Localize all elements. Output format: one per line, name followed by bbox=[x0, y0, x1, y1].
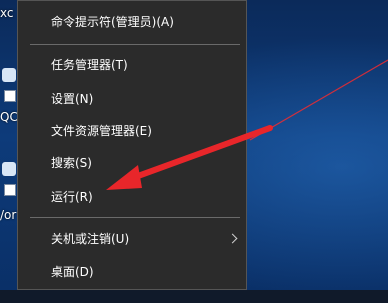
desktop-label-3: /or bbox=[0, 208, 17, 222]
winx-context-menu: 命令提示符(管理员)(A) 任务管理器(T) 设置(N) 文件资源管理器(E) … bbox=[17, 0, 247, 290]
menu-item-run[interactable]: 运行(R) bbox=[18, 182, 246, 212]
app-icon bbox=[2, 68, 16, 82]
menu-separator bbox=[30, 217, 240, 218]
desktop-app-icon-2[interactable] bbox=[0, 160, 18, 198]
menu-item-desktop[interactable]: 桌面(D) bbox=[18, 257, 246, 287]
app-icon bbox=[2, 162, 16, 176]
desktop-label-1: xc bbox=[0, 6, 14, 20]
shortcut-arrow-icon bbox=[4, 90, 16, 102]
menu-item-shutdown-label: 关机或注销(U) bbox=[51, 232, 130, 246]
taskbar bbox=[0, 290, 388, 303]
menu-item-settings[interactable]: 设置(N) bbox=[18, 84, 246, 114]
menu-item-task-manager[interactable]: 任务管理器(T) bbox=[18, 50, 246, 80]
menu-separator bbox=[30, 44, 240, 45]
menu-item-file-explorer[interactable]: 文件资源管理器(E) bbox=[18, 116, 246, 146]
shortcut-arrow-icon bbox=[4, 184, 16, 196]
chevron-right-icon bbox=[227, 233, 238, 244]
menu-item-search[interactable]: 搜索(S) bbox=[18, 148, 246, 178]
desktop-label-2: QC bbox=[0, 110, 18, 124]
menu-item-command-prompt-admin[interactable]: 命令提示符(管理员)(A) bbox=[18, 7, 246, 37]
menu-item-shutdown-signout[interactable]: 关机或注销(U) bbox=[18, 224, 246, 254]
desktop-app-icon-1[interactable] bbox=[0, 66, 18, 104]
